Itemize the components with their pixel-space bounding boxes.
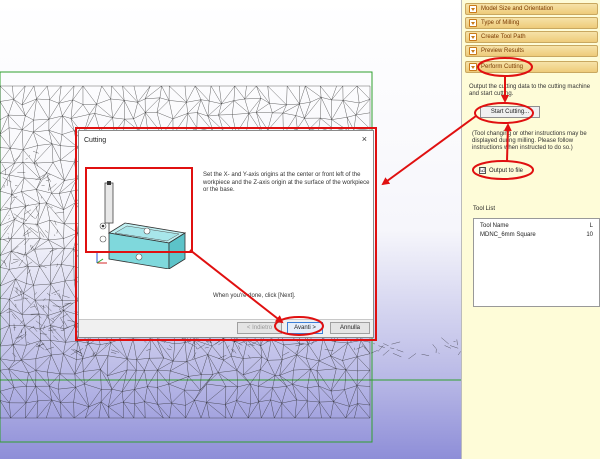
workpiece-origin-illustration [96,181,187,269]
tool-name-cell: MDNC_6mm Square [480,232,536,238]
step-label: Model Size and Orientation [481,6,554,12]
step-model-size[interactable]: Model Size and Orientation [465,3,598,15]
start-cutting-button[interactable]: Start Cutting... [480,106,540,118]
step-icon [469,47,477,55]
intro-text: Output the cutting data to the cutting m… [469,84,591,97]
output-to-file-label: Output to file [489,167,524,174]
dialog-title: Cutting [84,136,107,144]
tool-list-label: Tool List [473,206,496,212]
next-button[interactable]: Avanti > [287,322,323,334]
close-icon[interactable]: × [362,134,367,144]
tool-list[interactable]: Tool Name L MDNC_6mm Square 10 [473,218,600,307]
step-create-tool-path[interactable]: Create Tool Path [465,31,598,43]
step-icon [469,63,477,71]
step-label: Type of Milling [481,20,520,26]
step-type-of-milling[interactable]: Type of Milling [465,17,598,29]
dialog-content: Set the X- and Y-axis origins at the cen… [79,149,373,320]
dialog-next-hint: When you're done, click [Next]. [213,293,296,299]
step-icon [469,33,477,41]
tool-length-cell: 10 [586,232,593,238]
step-label: Preview Results [481,48,525,54]
column-header[interactable]: Tool Name [474,219,571,231]
output-to-file-checkbox[interactable]: ☑ Output to file [479,167,523,174]
cancel-button[interactable]: Annulla [330,322,370,334]
step-icon [469,19,477,27]
back-button[interactable]: < Indietro [237,322,282,334]
column-header[interactable]: L [571,219,599,231]
step-label: Create Tool Path [481,34,526,40]
cutting-dialog: Cutting × Set the X- and Y-axis origins … [78,130,374,338]
dialog-message: Set the X- and Y-axis origins at the cen… [203,172,370,193]
tool-list-header: Tool Name L [474,219,599,231]
step-preview-results[interactable]: Preview Results [465,45,598,57]
step-label: Perform Cutting [481,64,524,70]
tool-list-table: Tool Name L MDNC_6mm Square 10 [474,219,599,239]
table-row[interactable]: MDNC_6mm Square 10 [474,231,599,239]
step-perform-cutting[interactable]: Perform Cutting [465,61,598,73]
checkbox-box[interactable]: ☑ [479,167,486,174]
modela-panel: Model Size and Orientation Type of Milli… [461,0,600,459]
tool-change-note: (Tool changing or other instructions may… [472,131,587,151]
dialog-titlebar[interactable]: Cutting × [79,131,373,149]
step-icon [469,5,477,13]
